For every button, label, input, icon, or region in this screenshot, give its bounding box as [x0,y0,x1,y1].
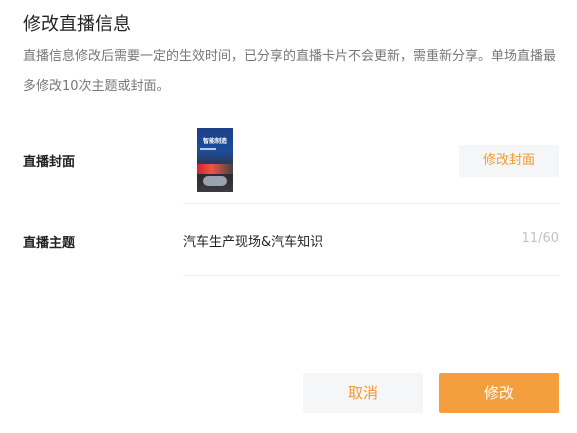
topic-input[interactable]: 汽车生产现场&汽车知识 [183,231,323,250]
cover-thumbnail: 智能制造 [197,128,233,192]
dialog-title: 修改直播信息 [23,14,131,35]
cover-divider [183,203,559,204]
cancel-button[interactable]: 取消 [303,373,423,413]
cover-thumbnail-car [203,176,227,186]
cover-thumbnail-decoration [200,148,216,150]
edit-cover-button[interactable]: 修改封面 [459,145,559,177]
topic-divider [183,275,559,276]
cover-label: 直播封面 [23,155,76,170]
topic-char-counter: 11/60 [521,231,559,246]
submit-button[interactable]: 修改 [439,373,559,413]
dialog-description: 直播信息修改后需要一定的生效时间，已分享的直播卡片不会更新，需重新分享。单场直播… [23,49,557,94]
topic-label: 直播主题 [23,236,76,251]
cover-thumbnail-text: 智能制造 [202,138,227,145]
cover-thumbnail-band [197,164,233,174]
